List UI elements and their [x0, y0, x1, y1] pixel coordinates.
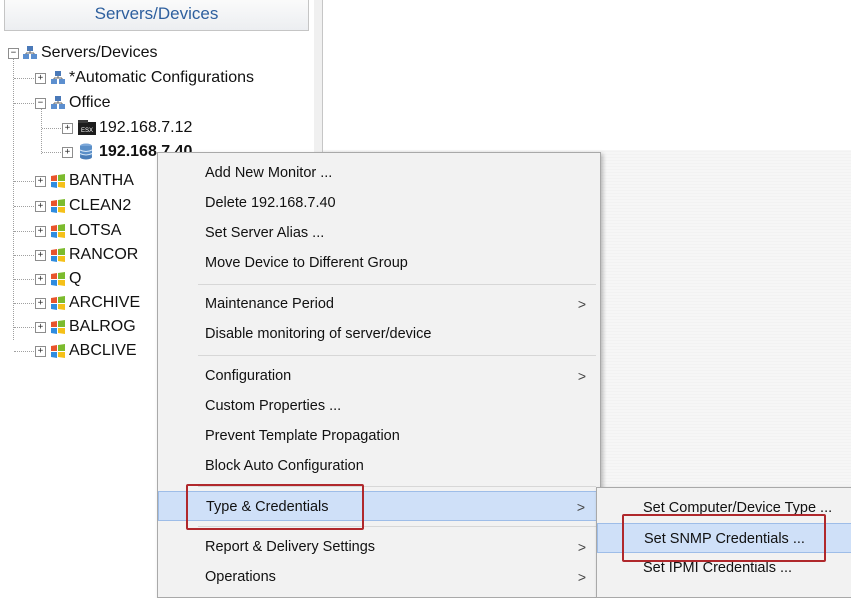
menu-item-type-credentials[interactable]: Type & Credentials >	[158, 491, 600, 521]
menu-item-custom-properties[interactable]: Custom Properties ...	[158, 391, 600, 421]
network-group-icon	[22, 45, 38, 61]
tree-node-label: ARCHIVE	[69, 294, 141, 311]
collapse-icon[interactable]: −	[8, 48, 19, 59]
menu-separator	[198, 526, 596, 527]
tree-node-label: CLEAN2	[69, 197, 132, 214]
expand-icon[interactable]: +	[35, 250, 46, 261]
menu-item-configuration[interactable]: Configuration >	[158, 361, 600, 391]
panel-header[interactable]: Servers/Devices	[4, 0, 309, 31]
expand-icon[interactable]: +	[35, 322, 46, 333]
expand-icon[interactable]: +	[62, 147, 73, 158]
tree-node-192-168-7-12[interactable]: + ESX 192.168.7.12	[0, 117, 310, 139]
menu-item-maintenance-period[interactable]: Maintenance Period >	[158, 289, 600, 319]
submenu-arrow-icon: >	[576, 499, 585, 515]
expand-icon[interactable]: +	[35, 73, 46, 84]
windows-server-icon	[50, 271, 66, 287]
tree-node-label: ABCLIVE	[69, 342, 137, 359]
windows-server-icon	[50, 319, 66, 335]
windows-server-icon	[50, 343, 66, 359]
menu-item-disable-monitoring[interactable]: Disable monitoring of server/device	[158, 319, 600, 349]
menu-item-block-auto-configuration[interactable]: Block Auto Configuration	[158, 451, 600, 481]
submenu-item-set-ipmi-credentials[interactable]: Set IPMI Credentials ...	[597, 553, 851, 583]
tree-node-label: *Automatic Configurations	[69, 69, 254, 86]
menu-separator	[198, 284, 596, 285]
database-server-icon	[78, 143, 94, 160]
tree-node-label: RANCOR	[69, 246, 139, 263]
tree-node-label: Q	[69, 270, 82, 287]
windows-server-icon	[50, 247, 66, 263]
collapse-icon[interactable]: −	[35, 98, 46, 109]
tree-node-label: BANTHA	[69, 172, 134, 189]
tree-node-label: 192.168.7.12	[99, 119, 193, 136]
menu-separator	[198, 486, 596, 487]
submenu-arrow-icon: >	[577, 539, 586, 555]
type-credentials-submenu: Set Computer/Device Type ... Set SNMP Cr…	[596, 487, 851, 598]
submenu-arrow-icon: >	[577, 569, 586, 585]
menu-item-report-delivery-settings[interactable]: Report & Delivery Settings >	[158, 532, 600, 562]
tree-node-label: LOTSA	[69, 222, 122, 239]
expand-icon[interactable]: +	[35, 346, 46, 357]
tree-node-office[interactable]: − Office	[0, 92, 310, 114]
menu-item-delete-device[interactable]: Delete 192.168.7.40	[158, 188, 600, 218]
expand-icon[interactable]: +	[35, 298, 46, 309]
expand-icon[interactable]: +	[35, 226, 46, 237]
network-group-icon	[50, 70, 66, 86]
tree-node-label: Servers/Devices	[41, 44, 158, 61]
submenu-item-set-device-type[interactable]: Set Computer/Device Type ...	[597, 493, 851, 523]
context-menu: Add New Monitor ... Delete 192.168.7.40 …	[157, 152, 601, 598]
tree-node-automatic-configurations[interactable]: + *Automatic Configurations	[0, 67, 310, 89]
expand-icon[interactable]: +	[35, 274, 46, 285]
menu-item-move-device[interactable]: Move Device to Different Group	[158, 248, 600, 278]
menu-item-set-server-alias[interactable]: Set Server Alias ...	[158, 218, 600, 248]
menu-item-add-new-monitor[interactable]: Add New Monitor ...	[158, 158, 600, 188]
windows-server-icon	[50, 295, 66, 311]
svg-text:ESX: ESX	[81, 128, 93, 134]
esx-server-icon: ESX	[78, 120, 96, 136]
expand-icon[interactable]: +	[35, 176, 46, 187]
submenu-arrow-icon: >	[577, 296, 586, 312]
tree-node-label: Office	[69, 94, 111, 111]
menu-separator	[198, 355, 596, 356]
windows-server-icon	[50, 198, 66, 214]
tree-node-label: BALROG	[69, 318, 136, 335]
expand-icon[interactable]: +	[62, 123, 73, 134]
windows-server-icon	[50, 223, 66, 239]
expand-icon[interactable]: +	[35, 201, 46, 212]
menu-item-operations[interactable]: Operations >	[158, 562, 600, 592]
submenu-arrow-icon: >	[577, 368, 586, 384]
tree-node-root[interactable]: − Servers/Devices	[0, 42, 310, 64]
windows-server-icon	[50, 173, 66, 189]
submenu-item-set-snmp-credentials[interactable]: Set SNMP Credentials ...	[597, 523, 851, 553]
network-group-icon	[50, 95, 66, 111]
menu-item-prevent-template-propagation[interactable]: Prevent Template Propagation	[158, 421, 600, 451]
